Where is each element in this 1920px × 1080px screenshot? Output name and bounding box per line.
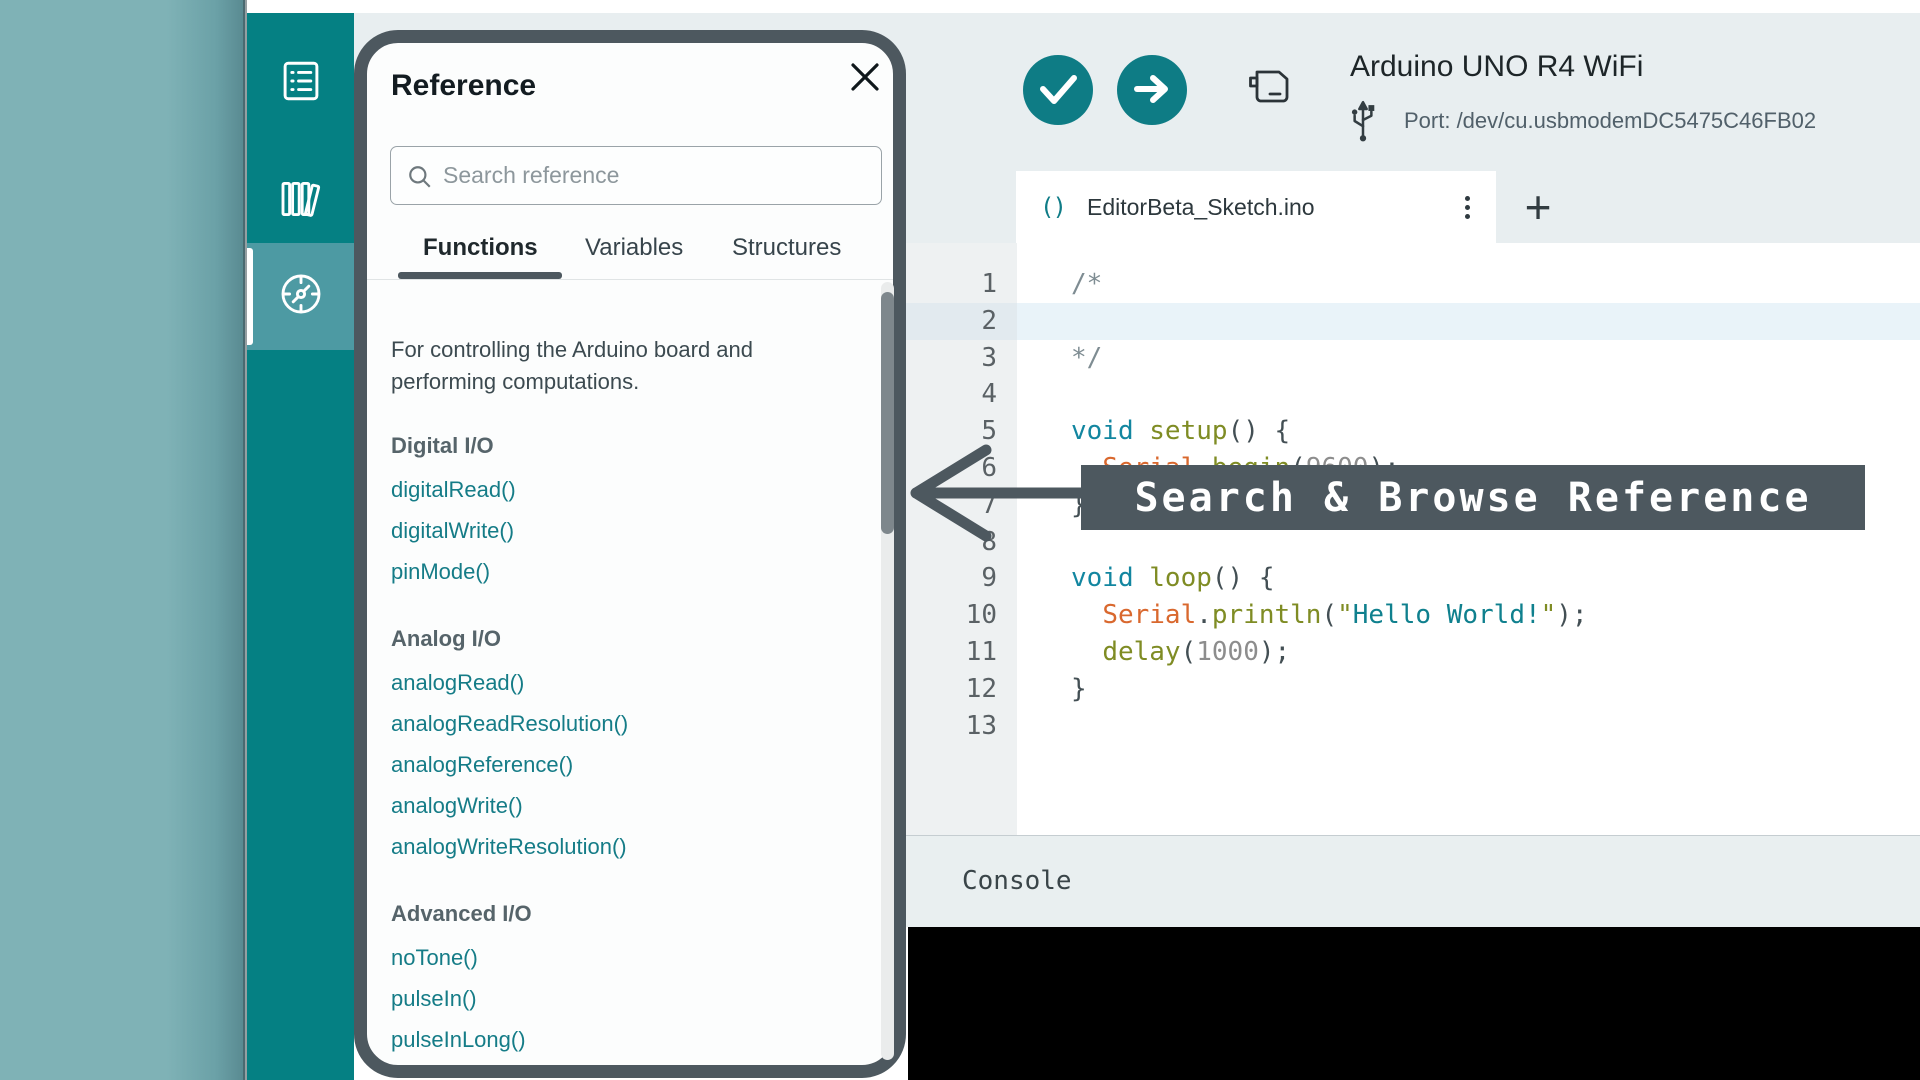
close-button[interactable] [843,55,887,99]
line-number: 11 [906,634,1017,671]
reference-link[interactable]: pulseInLong() [391,1026,526,1054]
reference-link[interactable]: pulseIn() [391,985,477,1013]
code-line [1071,708,1588,745]
line-number: 12 [906,671,1017,708]
reference-section: Analog I/O analogRead() analogReadResoluti… [391,625,880,861]
reference-link[interactable]: analogReference() [391,751,573,779]
reference-link[interactable]: digitalRead() [391,476,516,504]
kebab-menu-icon[interactable] [1458,189,1476,225]
reference-panel-title: Reference [391,69,536,103]
code-line: Serial.println("Hello World!"); [1071,597,1588,634]
sidebar-item-sketchbook[interactable] [247,28,354,138]
code-line: } [1071,671,1588,708]
line-number: 13 [906,708,1017,745]
reference-section-heading: Advanced I/O [391,900,880,928]
reference-link[interactable]: digitalWrite() [391,517,514,545]
sketchbook-icon [279,59,323,108]
tab-structures[interactable]: Structures [732,233,841,263]
reference-link[interactable]: pinMode() [391,558,490,586]
line-number: 4 [906,376,1017,413]
arrow-right-icon [1117,54,1187,127]
code-line: void setup() { [1071,413,1588,450]
reference-compass-icon [277,270,325,323]
reference-section: Digital I/O digitalRead() digitalWrite() pi… [391,432,880,586]
scrollbar-thumb[interactable] [881,292,894,534]
new-tab-button[interactable]: + [1514,183,1562,231]
verify-button[interactable] [1023,55,1093,125]
annotation-label: Search & Browse Reference [1081,465,1865,530]
annotation-arrow-icon [895,425,1095,570]
sidebar-item-library[interactable] [247,146,354,256]
console-header[interactable]: Console [906,836,1920,927]
reference-link[interactable]: analogReadResolution() [391,710,628,738]
reference-link[interactable]: analogRead() [391,669,524,697]
usb-icon [1347,98,1379,149]
tab-functions[interactable]: Functions [423,233,538,263]
reference-link[interactable]: analogWrite() [391,792,523,820]
reference-section-heading: Digital I/O [391,432,880,460]
code-line: */ [1071,340,1588,377]
upload-button[interactable] [1117,55,1187,125]
board-name[interactable]: Arduino UNO R4 WiFi [1350,47,1643,87]
device-icon[interactable] [1246,66,1294,113]
active-tab-underline [398,272,562,279]
sidebar [247,13,354,1080]
reference-section-heading: Analog I/O [391,625,880,653]
reference-section: Advanced I/O noTone() pulseIn() pulseInLong… [391,900,880,1054]
line-number: 2 [906,303,1017,340]
tab-filename: EditorBeta_Sketch.ino [1087,171,1315,243]
search-input[interactable] [443,149,863,201]
library-icon [277,177,325,226]
check-icon [1023,54,1093,127]
code-line [1071,376,1588,413]
code-line [1071,303,1588,340]
editor-tab[interactable]: () EditorBeta_Sketch.ino [1016,171,1496,243]
console-label: Console [962,836,1072,927]
code-line: delay(1000); [1071,634,1588,671]
search-icon [407,164,433,195]
line-number: 3 [906,340,1017,377]
reference-search-box [390,146,882,205]
sketch-file-icon: () [1040,171,1065,243]
reference-link[interactable]: analogWriteResolution() [391,833,627,861]
top-band [247,0,1920,13]
code-line: void loop() { [1071,560,1588,597]
selected-indicator [247,248,253,345]
code-line: /* [1071,266,1588,303]
close-icon [843,87,887,102]
reference-list[interactable]: For controlling the Arduino board and pe… [367,280,880,1062]
reference-description: For controlling the Arduino board and pe… [391,334,831,398]
port-label: Port: /dev/cu.usbmodemDC5475C46FB02 [1404,106,1816,136]
sidebar-item-reference[interactable] [247,243,354,350]
reference-link[interactable]: noTone() [391,944,478,972]
console-output[interactable] [908,927,1920,1080]
tab-variables[interactable]: Variables [585,233,683,263]
line-number: 10 [906,597,1017,634]
line-number: 1 [906,266,1017,303]
page-background-column [0,0,245,1080]
reference-panel: Reference Functions Variables Structures… [354,30,906,1078]
